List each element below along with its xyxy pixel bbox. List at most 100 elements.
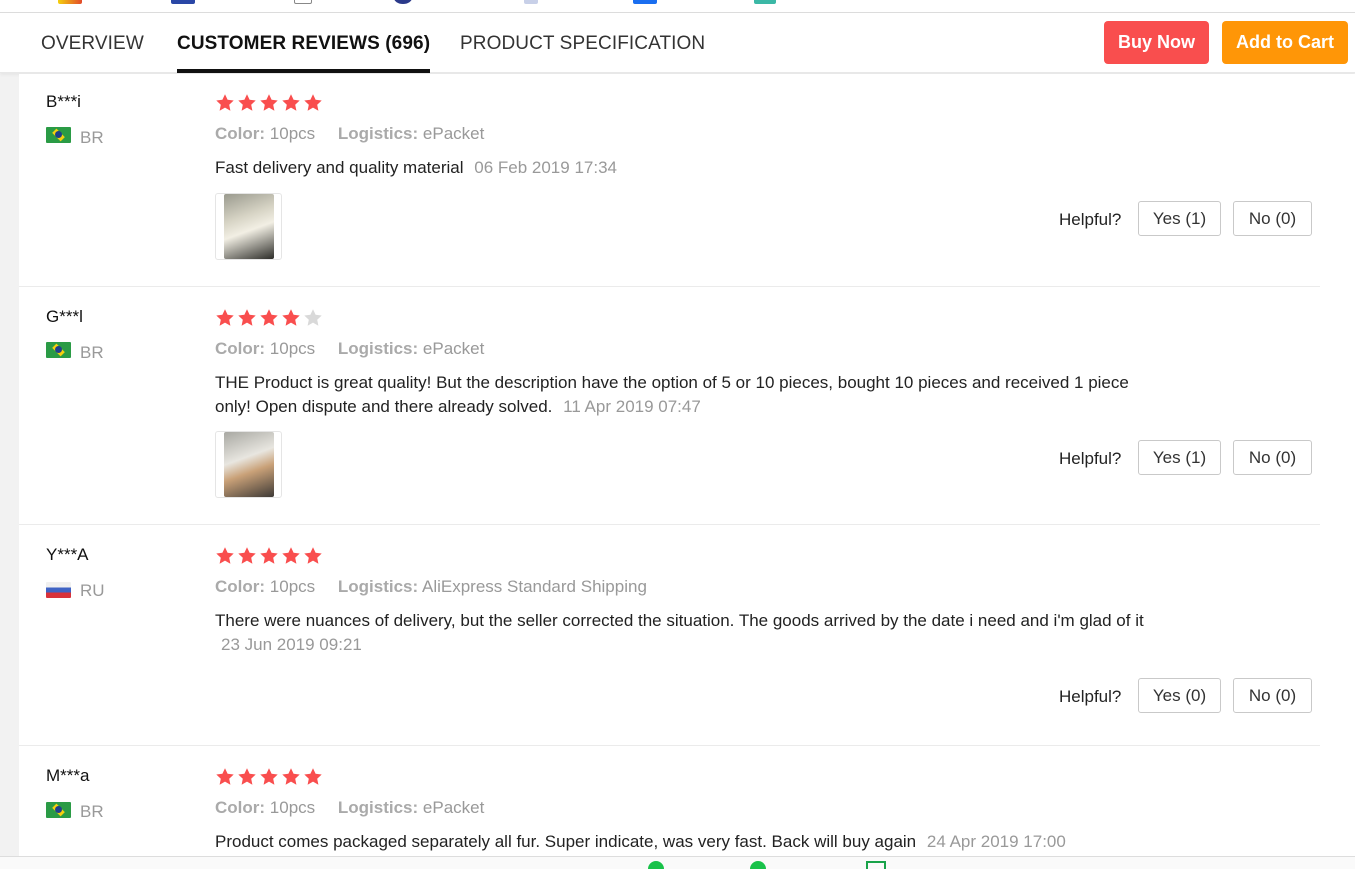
color-label: Color: — [215, 577, 266, 596]
bookmark-icon[interactable] — [394, 0, 412, 4]
bookmark-icon[interactable] — [58, 0, 82, 4]
helpful-label: Helpful? — [1059, 210, 1122, 229]
color-value: 10pcs — [269, 577, 316, 596]
star-filled-icon — [282, 309, 300, 326]
review-date: 06 Feb 2019 17:34 — [474, 158, 617, 177]
review-item: Y***A RU Color: 10pcs Logistics: AliExpr… — [19, 525, 1320, 746]
star-filled-icon — [304, 547, 322, 564]
review-photo — [224, 194, 274, 259]
reviewer-country: RU — [80, 581, 105, 600]
helpful-yes-button[interactable]: Yes (0) — [1138, 678, 1221, 713]
star-empty-icon — [304, 309, 322, 326]
rating-stars — [215, 308, 323, 328]
flag-br-icon — [46, 342, 71, 358]
star-filled-icon — [282, 94, 300, 111]
product-tab-bar: OVERVIEW CUSTOMER REVIEWS (696) PRODUCT … — [0, 13, 1355, 73]
status-icon[interactable] — [750, 861, 766, 869]
bookmark-icon[interactable] — [294, 0, 312, 4]
logistics-value: ePacket — [422, 124, 485, 143]
tab-product-specification[interactable]: PRODUCT SPECIFICATION — [460, 13, 705, 73]
star-filled-icon — [282, 768, 300, 785]
color-label: Color: — [215, 339, 266, 358]
star-filled-icon — [216, 309, 234, 326]
review-item: M***a BR Color: 10pcs Logistics: ePacket… — [19, 746, 1320, 856]
review-attributes: Color: 10pcs Logistics: AliExpress Stand… — [215, 577, 647, 597]
status-icon[interactable] — [648, 861, 664, 869]
helpful-yes-button[interactable]: Yes (1) — [1138, 440, 1221, 475]
review-photo-thumbnail[interactable] — [215, 431, 282, 498]
star-filled-icon — [260, 94, 278, 111]
review-text: Fast delivery and quality material 06 Fe… — [215, 156, 1165, 180]
helpful-yes-button[interactable]: Yes (1) — [1138, 201, 1221, 236]
star-filled-icon — [238, 547, 256, 564]
review-photo — [224, 432, 274, 497]
logistics-value: AliExpress Standard Shipping — [421, 577, 647, 596]
bookmark-icon[interactable] — [524, 0, 538, 4]
star-filled-icon — [216, 94, 234, 111]
star-filled-icon — [238, 309, 256, 326]
helpful-no-button[interactable]: No (0) — [1233, 678, 1312, 713]
star-filled-icon — [260, 768, 278, 785]
star-filled-icon — [238, 94, 256, 111]
add-to-cart-button[interactable]: Add to Cart — [1222, 21, 1348, 64]
review-text: Product comes packaged separately all fu… — [215, 830, 1165, 854]
star-filled-icon — [282, 547, 300, 564]
reviewer-country: BR — [80, 802, 104, 821]
review-date: 23 Jun 2019 09:21 — [221, 635, 362, 654]
review-body: Fast delivery and quality material — [215, 158, 464, 177]
reviewer-name: B***i — [46, 92, 81, 111]
flag-ru-icon — [46, 582, 71, 598]
tab-customer-reviews[interactable]: CUSTOMER REVIEWS (696) — [177, 13, 431, 73]
reviewer-name: Y***A — [46, 545, 89, 564]
star-filled-icon — [216, 768, 234, 785]
review-attributes: Color: 10pcs Logistics: ePacket — [215, 339, 484, 359]
star-filled-icon — [260, 547, 278, 564]
helpful-no-button[interactable]: No (0) — [1233, 201, 1312, 236]
review-body: There were nuances of delivery, but the … — [215, 611, 1144, 630]
review-item: G***l BR Color: 10pcs Logistics: ePacket… — [19, 287, 1320, 525]
review-item: B***i BR Color: 10pcs Logistics: ePacket… — [19, 74, 1320, 287]
color-value: 10pcs — [269, 124, 316, 143]
helpful-no-button[interactable]: No (0) — [1233, 440, 1312, 475]
rating-stars — [215, 767, 323, 787]
review-attributes: Color: 10pcs Logistics: ePacket — [215, 124, 484, 144]
color-value: 10pcs — [269, 339, 316, 358]
color-label: Color: — [215, 124, 266, 143]
review-attributes: Color: 10pcs Logistics: ePacket — [215, 798, 484, 818]
helpful-label: Helpful? — [1059, 449, 1122, 468]
logistics-label: Logistics: — [337, 798, 419, 817]
browser-status-bar — [0, 856, 1355, 869]
star-filled-icon — [304, 94, 322, 111]
color-label: Color: — [215, 798, 266, 817]
review-photo-thumbnail[interactable] — [215, 193, 282, 260]
reviewer-name: G***l — [46, 307, 83, 326]
star-filled-icon — [238, 768, 256, 785]
logistics-label: Logistics: — [337, 339, 419, 358]
logistics-value: ePacket — [422, 798, 485, 817]
bookmark-icon[interactable] — [171, 0, 195, 4]
reviews-list: B***i BR Color: 10pcs Logistics: ePacket… — [19, 74, 1355, 856]
tab-overview[interactable]: OVERVIEW — [41, 13, 144, 73]
star-filled-icon — [216, 547, 234, 564]
logistics-value: ePacket — [422, 339, 485, 358]
buy-now-button[interactable]: Buy Now — [1104, 21, 1209, 64]
star-filled-icon — [304, 768, 322, 785]
review-body: Product comes packaged separately all fu… — [215, 832, 917, 851]
flag-br-icon — [46, 802, 71, 818]
review-text: There were nuances of delivery, but the … — [215, 609, 1165, 657]
bookmark-icon[interactable] — [754, 0, 776, 4]
reviewer-country: BR — [80, 343, 104, 362]
review-date: 24 Apr 2019 17:00 — [926, 832, 1066, 851]
bookmark-icon[interactable] — [633, 0, 657, 4]
helpful-label: Helpful? — [1059, 687, 1122, 706]
rating-stars — [215, 93, 323, 113]
review-date: 11 Apr 2019 07:47 — [563, 397, 701, 416]
review-text: THE Product is great quality! But the de… — [215, 371, 1165, 419]
status-icon[interactable] — [866, 861, 886, 869]
bookmarks-bar — [0, 0, 1355, 13]
logistics-label: Logistics: — [337, 577, 419, 596]
rating-stars — [215, 546, 323, 566]
color-value: 10pcs — [269, 798, 316, 817]
star-filled-icon — [260, 309, 278, 326]
reviewer-country: BR — [80, 128, 104, 147]
